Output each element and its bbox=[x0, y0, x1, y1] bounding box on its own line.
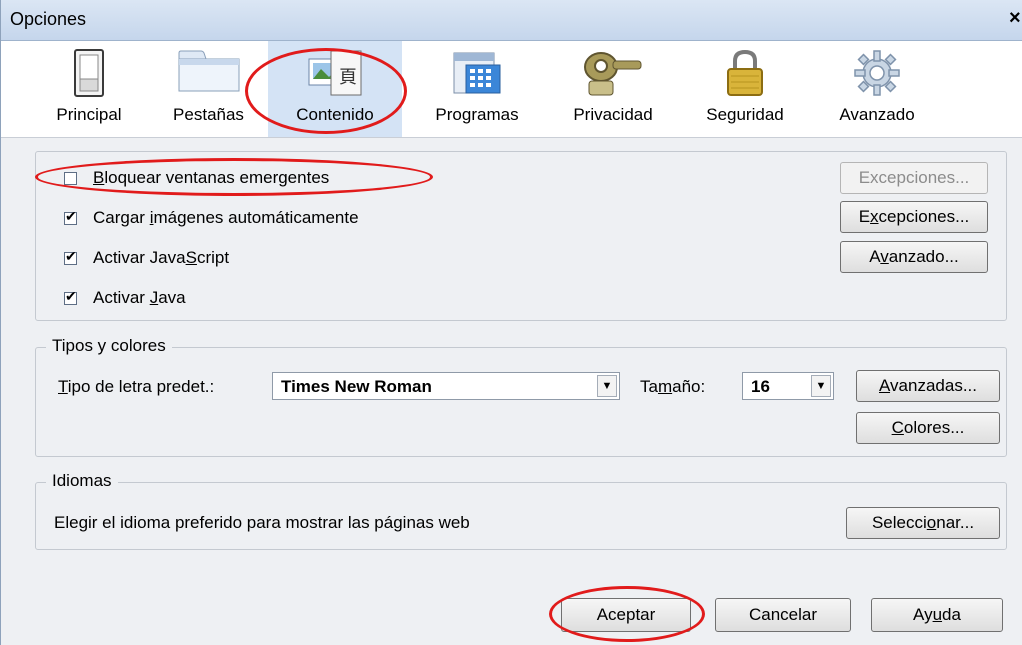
size-label: Tamaño: bbox=[640, 377, 706, 396]
close-icon[interactable]: × bbox=[1009, 7, 1022, 30]
font-family-select[interactable]: Times New Roman ▼ bbox=[272, 372, 620, 400]
images-exceptions-button[interactable]: Excepciones... bbox=[840, 201, 988, 233]
tab-principal[interactable]: Principal bbox=[43, 41, 135, 137]
images-checkbox[interactable] bbox=[64, 208, 77, 225]
tab-avanzado[interactable]: Avanzado bbox=[821, 41, 933, 137]
svg-text:頁: 頁 bbox=[339, 67, 357, 88]
tab-privacidad[interactable]: Privacidad bbox=[557, 41, 669, 137]
chevron-down-icon[interactable]: ▼ bbox=[597, 375, 617, 397]
tab-label: Contenido bbox=[296, 105, 374, 124]
font-family-value: Times New Roman bbox=[281, 377, 432, 396]
tab-label: Privacidad bbox=[573, 105, 653, 124]
java-checkbox[interactable] bbox=[64, 288, 77, 305]
javascript-label: Activar JavaScript bbox=[93, 248, 230, 267]
window-title: Opciones bbox=[10, 9, 87, 29]
popup-checkbox-row[interactable]: Bloquear ventanas emergentes bbox=[64, 168, 329, 188]
tab-label: Principal bbox=[56, 105, 122, 124]
popup-label: Bloquear ventanas emergentes bbox=[93, 168, 330, 187]
images-label: Cargar imágenes automáticamente bbox=[93, 208, 359, 227]
fonts-colors-group: Tipos y colores Tipo de letra predet.: T… bbox=[35, 336, 1007, 457]
fonts-colors-legend: Tipos y colores bbox=[46, 336, 172, 356]
popup-checkbox[interactable] bbox=[64, 171, 77, 185]
switch-icon bbox=[74, 49, 104, 97]
java-label: Activar Java bbox=[93, 288, 186, 307]
accept-button[interactable]: Aceptar bbox=[561, 598, 691, 632]
tab-label: Seguridad bbox=[706, 105, 784, 124]
tab-seguridad[interactable]: Seguridad bbox=[689, 41, 801, 137]
font-label: Tipo de letra predet.: bbox=[58, 377, 215, 396]
content-group: Bloquear ventanas emergentes Cargar imág… bbox=[35, 151, 1007, 321]
padlock-icon bbox=[727, 49, 763, 96]
popup-exceptions-button[interactable]: Excepciones... bbox=[840, 162, 988, 194]
fonts-advanced-button[interactable]: Avanzadas... bbox=[856, 370, 1000, 402]
javascript-checkbox[interactable] bbox=[64, 248, 77, 265]
javascript-advanced-button[interactable]: Avanzado... bbox=[840, 241, 988, 273]
folder-tab-icon bbox=[178, 50, 239, 92]
colors-button[interactable]: Colores... bbox=[856, 412, 1000, 444]
languages-group: Idiomas Elegir el idioma preferido para … bbox=[35, 471, 1007, 550]
font-size-value: 16 bbox=[751, 377, 770, 396]
chevron-down-icon[interactable]: ▼ bbox=[811, 375, 831, 397]
gear-icon bbox=[854, 50, 900, 96]
tab-label: Pestañas bbox=[173, 105, 244, 124]
tab-programas[interactable]: Programas bbox=[421, 41, 533, 137]
tab-contenido[interactable]: 頁 Contenido bbox=[268, 41, 402, 137]
font-size-select[interactable]: 16 ▼ bbox=[742, 372, 834, 400]
tab-pestanas[interactable]: Pestañas bbox=[161, 41, 256, 137]
images-checkbox-row[interactable]: Cargar imágenes automáticamente bbox=[64, 208, 359, 228]
options-dialog: Opciones × Principal Pestañas 頁 Contenid… bbox=[0, 0, 1022, 645]
select-language-button[interactable]: Seleccionar... bbox=[846, 507, 1000, 539]
javascript-checkbox-row[interactable]: Activar JavaScript bbox=[64, 248, 229, 268]
help-button[interactable]: Ayuda bbox=[871, 598, 1003, 632]
java-checkbox-row[interactable]: Activar Java bbox=[64, 288, 186, 308]
languages-description: Elegir el idioma preferido para mostrar … bbox=[54, 513, 470, 532]
content-page-icon: 頁 bbox=[308, 50, 362, 96]
calendar-app-icon bbox=[453, 52, 501, 94]
tab-label: Programas bbox=[435, 105, 519, 124]
languages-legend: Idiomas bbox=[46, 471, 118, 491]
mask-icon bbox=[584, 52, 642, 96]
title-bar: Opciones × bbox=[1, 0, 1022, 41]
category-toolbar: Principal Pestañas 頁 Contenido Programas… bbox=[1, 41, 1022, 138]
tab-label: Avanzado bbox=[839, 105, 915, 124]
cancel-button[interactable]: Cancelar bbox=[715, 598, 851, 632]
